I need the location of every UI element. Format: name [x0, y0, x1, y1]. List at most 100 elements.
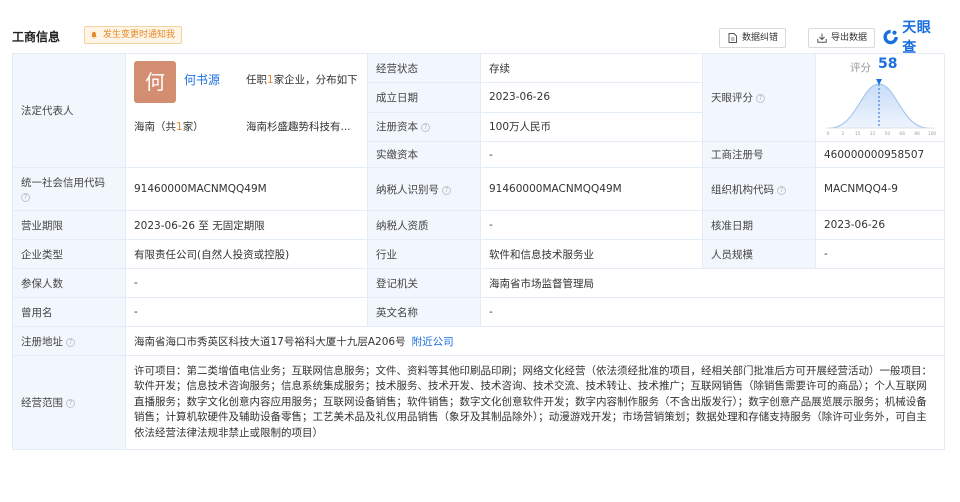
score-distribution-curve: 0 2 15 31 50 66 86 100: [826, 79, 937, 137]
insured-label: 参保人数: [12, 268, 126, 298]
score-axis-tick: 2: [841, 131, 844, 137]
taxpayer-id-label: 纳税人识别号?: [367, 167, 481, 211]
related-company-link[interactable]: 海南杉盛趣势科技有...: [246, 119, 366, 134]
export-icon: [817, 33, 827, 43]
region-prefix: 海南（共: [134, 120, 176, 133]
credit-code-value: 91460000MACNMQQ49M: [125, 167, 368, 211]
authority-value: 海南省市场监督管理局: [480, 268, 945, 298]
change-notify-label: 发生变更时通知我: [103, 30, 176, 40]
status-value: 存续: [480, 52, 703, 84]
eye-logo-icon: [883, 29, 898, 45]
industry-label: 行业: [367, 239, 481, 269]
export-data-label: 导出数据: [831, 33, 868, 43]
table-row: 参保人数 - 登记机关 海南省市场监督管理局: [12, 268, 945, 298]
founded-label: 成立日期: [367, 82, 481, 113]
address-label-text: 注册地址: [21, 335, 63, 348]
english-name-value: -: [480, 297, 945, 327]
help-icon[interactable]: ?: [421, 123, 430, 133]
table-row: 统一社会信用代码? 91460000MACNMQQ49M 纳税人识别号? 914…: [12, 167, 945, 211]
help-icon[interactable]: ?: [442, 185, 451, 195]
table-row: 法定代表人 何 何书源 任职1家企业，分布如下 海南（共1家） 海南杉盛趣势科技…: [12, 52, 945, 168]
table-row: 曾用名 - 英文名称 -: [12, 297, 945, 327]
tianyan-score-label: 天眼评分?: [702, 53, 816, 142]
term-value: 2023-06-26 至 无固定期限: [125, 210, 368, 240]
section-title: 工商信息: [12, 30, 61, 44]
region-suffix: 家）: [182, 120, 204, 133]
reg-capital-label-text: 注册资本: [376, 121, 418, 134]
taxpayer-qual-value: -: [480, 210, 703, 240]
help-icon[interactable]: ?: [21, 193, 30, 202]
insured-value: -: [125, 268, 368, 298]
address-text: 海南省海口市秀英区科技大道17号裕科大厦十九层A206号: [134, 335, 406, 348]
taxpayer-id-value: 91460000MACNMQQ49M: [480, 167, 703, 211]
tenure-count: 1: [267, 73, 274, 86]
staff-size-label: 人员规模: [702, 239, 816, 269]
help-icon[interactable]: ?: [756, 94, 765, 103]
staff-size-value: -: [815, 239, 945, 269]
approval-date-label: 核准日期: [702, 210, 816, 240]
scope-text: 许可项目：第二类增值电信业务；互联网信息服务；文件、资料等其他印刷品印刷；网络文…: [134, 364, 932, 439]
tenure-text: 任职1家企业，分布如下: [246, 72, 358, 87]
export-data-button[interactable]: 导出数据: [808, 28, 876, 48]
section-header: 工商信息 发生变更时通知我 数据纠错 导出数据 天眼查: [12, 20, 944, 56]
paid-capital-value: -: [480, 141, 703, 168]
term-label: 营业期限: [12, 210, 126, 240]
org-code-label-text: 组织机构代码: [711, 183, 774, 196]
approval-date-value: 2023-06-26: [815, 210, 945, 240]
document-icon: [728, 33, 737, 43]
tianyancha-logo: 天眼查: [882, 20, 944, 56]
tenure-prefix: 任职: [246, 73, 267, 86]
score-axis-tick: 31: [870, 131, 876, 137]
taxpayer-id-label-text: 纳税人识别号: [376, 183, 439, 196]
help-icon[interactable]: ?: [66, 337, 75, 347]
bell-icon: [91, 31, 97, 39]
tianyan-score-cell[interactable]: 评分 58 0 2 15 31 50 66 86 100: [815, 53, 945, 142]
org-code-label: 组织机构代码?: [702, 167, 816, 211]
logo-text: 天眼查: [902, 20, 932, 56]
address-value: 海南省海口市秀英区科技大道17号裕科大厦十九层A206号 附近公司: [125, 326, 945, 356]
change-notify-button[interactable]: 发生变更时通知我: [84, 26, 183, 44]
industry-value: 软件和信息技术服务业: [480, 239, 703, 269]
legal-rep-label: 法定代表人: [12, 53, 126, 168]
credit-code-label: 统一社会信用代码?: [12, 167, 126, 211]
help-icon[interactable]: ?: [66, 399, 75, 408]
status-label: 经营状态: [367, 52, 481, 84]
score-axis-tick: 66: [899, 131, 905, 137]
scope-label-text: 经营范围: [21, 397, 63, 409]
region-text: 海南（共1家）: [134, 119, 204, 134]
avatar[interactable]: 何: [134, 60, 176, 103]
credit-code-label-text: 统一社会信用代码: [21, 177, 105, 189]
founded-value: 2023-06-26: [480, 82, 703, 113]
nearby-companies-link[interactable]: 附近公司: [412, 336, 454, 348]
english-name-label: 英文名称: [367, 297, 481, 327]
table-row: 注册地址? 海南省海口市秀英区科技大道17号裕科大厦十九层A206号 附近公司: [12, 326, 945, 356]
taxpayer-qual-label: 纳税人资质: [367, 210, 481, 240]
score-axis-tick: 100: [928, 131, 937, 137]
tianyan-score-label-text: 天眼评分: [711, 92, 753, 104]
help-icon[interactable]: ?: [777, 185, 786, 195]
score-axis-tick: 0: [827, 131, 830, 137]
business-info-table: 法定代表人 何 何书源 任职1家企业，分布如下 海南（共1家） 海南杉盛趣势科技…: [12, 52, 945, 450]
company-type-value: 有限责任公司(自然人投资或控股): [125, 239, 368, 269]
table-row: 营业期限 2023-06-26 至 无固定期限 纳税人资质 - 核准日期 202…: [12, 210, 945, 240]
authority-label: 登记机关: [367, 268, 481, 298]
legal-rep-cell: 何 何书源 任职1家企业，分布如下 海南（共1家） 海南杉盛趣势科技有...: [125, 53, 368, 168]
score-axis-tick: 15: [855, 131, 861, 137]
score-label: 评分: [850, 62, 871, 74]
score-value: 58: [878, 56, 898, 72]
score-axis-tick: 50: [885, 131, 891, 137]
region-count: 1: [176, 120, 183, 133]
data-correction-button[interactable]: 数据纠错: [719, 28, 787, 48]
reg-capital-value: 100万人民币: [480, 111, 703, 143]
company-type-label: 企业类型: [12, 239, 126, 269]
paid-capital-label: 实缴资本: [367, 141, 481, 168]
tenure-suffix: 家企业，分布如下: [273, 73, 358, 86]
table-row: 企业类型 有限责任公司(自然人投资或控股) 行业 软件和信息技术服务业 人员规模…: [12, 239, 945, 269]
data-correction-label: 数据纠错: [742, 33, 779, 43]
table-row: 经营范围? 许可项目：第二类增值电信业务；互联网信息服务；文件、资料等其他印刷品…: [12, 355, 945, 450]
org-code-value: MACNMQQ4-9: [815, 167, 945, 211]
legal-rep-name-link[interactable]: 何书源: [184, 71, 220, 88]
address-label: 注册地址?: [12, 326, 126, 356]
reg-number-value: 460000000958507: [815, 141, 945, 168]
scope-label: 经营范围?: [12, 355, 126, 450]
